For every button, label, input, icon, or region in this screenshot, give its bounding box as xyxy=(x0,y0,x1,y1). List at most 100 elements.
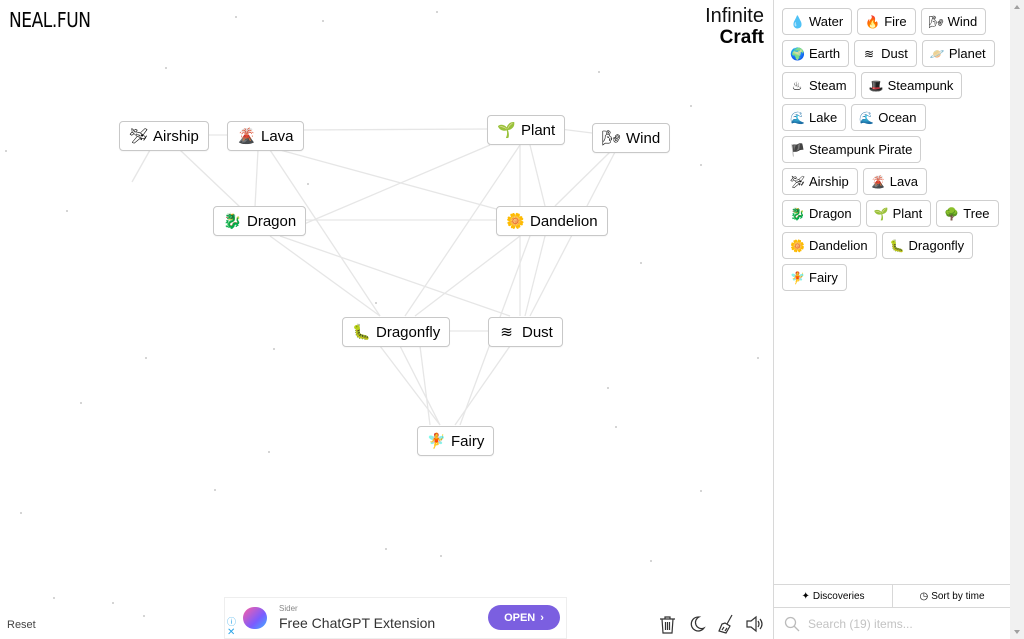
sidebar-item[interactable]: 🌼 Dandelion xyxy=(782,232,877,259)
flower-icon: 🌼 xyxy=(506,212,525,230)
tree-icon: 🌳 xyxy=(944,206,960,221)
sidebar-item-label: Fairy xyxy=(809,270,838,285)
waves-icon: ≋ xyxy=(864,46,875,61)
caterpillar-icon: 🐛 xyxy=(889,238,905,253)
sidebar-item-label: Dragon xyxy=(809,206,852,221)
speaker-icon[interactable] xyxy=(745,614,764,634)
canvas-node-fairy[interactable]: 🧚 Fairy xyxy=(417,426,495,456)
broom-icon[interactable] xyxy=(716,614,735,634)
volcano-icon: 🌋 xyxy=(237,127,256,145)
flower-icon: 🌼 xyxy=(790,238,805,253)
trash-icon[interactable] xyxy=(658,614,677,634)
canvas-node-plant[interactable]: 🌱 Plant xyxy=(487,115,566,145)
sidebar-item[interactable]: 🐉 Dragon xyxy=(782,200,861,227)
neal-fun-logo[interactable]: NEAL.FUN xyxy=(9,8,91,32)
sidebar-item-label: Dragonfly xyxy=(908,238,965,253)
droplet-icon: 💧 xyxy=(790,14,805,29)
canvas-node-airship[interactable]: 🛩 Airship xyxy=(119,121,209,151)
ad-banner[interactable]: ⓘ ✕ Sider Free ChatGPT Extension OPEN › xyxy=(224,597,567,639)
items-list: 💧 Water 🔥 Fire 🌬 Wind 🌍 Earth ≋ Dust 🪐 Planet ♨ Steam… xyxy=(782,8,1002,291)
wind-icon: 🌬 xyxy=(602,129,622,147)
node-label: Dust xyxy=(522,323,553,341)
clock-icon: ◷ xyxy=(919,590,929,602)
canvas-node-dragon[interactable]: 🐉 Dragon xyxy=(213,206,307,236)
airship-icon: 🛩 xyxy=(129,127,149,145)
sidebar-item-label: Steampunk Pirate xyxy=(809,142,913,157)
sort-label: Sort by time xyxy=(931,590,985,602)
discoveries-button[interactable]: ✦ Discoveries xyxy=(774,585,892,607)
sidebar-item[interactable]: 🔥 Fire xyxy=(857,8,916,35)
sidebar-item[interactable]: 🐛 Dragonfly xyxy=(881,232,974,259)
scroll-down-arrow[interactable] xyxy=(1014,630,1020,634)
globe-icon: 🌍 xyxy=(790,46,805,61)
dragon-icon: 🐉 xyxy=(790,206,805,221)
search-input[interactable] xyxy=(808,617,988,631)
sidebar-item[interactable]: ♨ Steam xyxy=(782,72,856,99)
logo-line-1: Infinite xyxy=(705,5,764,27)
dragon-icon: 🐉 xyxy=(223,212,242,230)
sidebar-item[interactable]: 🌊 Ocean xyxy=(851,104,926,131)
canvas-node-dandelion[interactable]: 🌼 Dandelion xyxy=(496,206,608,236)
node-label: Lava xyxy=(261,127,294,145)
volcano-icon: 🌋 xyxy=(870,174,886,189)
seedling-icon: 🌱 xyxy=(497,121,516,139)
sidebar-item-label: Steam xyxy=(809,78,847,93)
sidebar-item-label: Ocean xyxy=(878,110,917,125)
scrollbar[interactable] xyxy=(1010,0,1024,639)
airship-icon: 🛩 xyxy=(790,174,806,189)
ad-close-icon[interactable]: ✕ xyxy=(227,627,235,638)
sidebar-item[interactable]: 🌋 Lava xyxy=(862,168,927,195)
sidebar-item-label: Airship xyxy=(809,174,849,189)
sidebar-item-label: Dandelion xyxy=(809,238,868,253)
planet-icon: 🪐 xyxy=(929,46,945,61)
steam-icon: ♨ xyxy=(791,78,803,93)
sort-by-time-button[interactable]: ◷ Sort by time xyxy=(892,585,1011,607)
waves-icon: ≋ xyxy=(500,323,513,341)
sidebar-item[interactable]: ≋ Dust xyxy=(854,40,917,67)
sidebar-item[interactable]: 🏴 Steampunk Pirate xyxy=(782,136,922,163)
sidebar-item[interactable]: 🎩 Steampunk xyxy=(860,72,963,99)
fire-icon: 🔥 xyxy=(865,14,881,29)
node-label: Fairy xyxy=(451,432,485,450)
sidebar-item[interactable]: 🌊 Lake xyxy=(782,104,847,131)
reset-button[interactable]: Reset xyxy=(7,619,36,631)
brain-logo-icon xyxy=(243,607,267,629)
sidebar-item[interactable]: 💧 Water xyxy=(782,8,853,35)
canvas-node-dragonfly[interactable]: 🐛 Dragonfly xyxy=(342,317,451,347)
ad-sponsor: Sider xyxy=(279,604,298,613)
wind-icon: 🌬 xyxy=(928,14,944,29)
sidebar-item-label: Lava xyxy=(889,174,918,189)
sidebar-item[interactable]: 🪐 Planet xyxy=(921,40,995,67)
ad-headline[interactable]: Free ChatGPT Extension xyxy=(279,615,435,631)
canvas-node-dust[interactable]: ≋ Dust xyxy=(488,317,563,347)
sidebar-item-label: Water xyxy=(809,14,844,29)
caterpillar-icon: 🐛 xyxy=(352,323,371,341)
sidebar-item-label: Steampunk xyxy=(887,78,954,93)
sidebar-item[interactable]: 🌱 Plant xyxy=(865,200,932,227)
sidebar-item-label: Planet xyxy=(948,46,986,61)
sidebar-item-label: Tree xyxy=(963,206,990,221)
sort-bar: ✦ Discoveries ◷ Sort by time xyxy=(774,584,1011,608)
canvas-node-lava[interactable]: 🌋 Lava xyxy=(227,121,304,151)
sidebar-item[interactable]: 🌬 Wind xyxy=(920,8,987,35)
scroll-up-arrow[interactable] xyxy=(1014,5,1020,9)
items-sidebar: 💧 Water 🔥 Fire 🌬 Wind 🌍 Earth ≋ Dust 🪐 Planet ♨ Steam… xyxy=(773,0,1024,639)
sidebar-item-label: Dust xyxy=(881,46,908,61)
sidebar-item-label: Plant xyxy=(892,206,923,221)
crafting-canvas[interactable]: NEAL.FUN Infinite Craft 🛩 Airship 🌋 Lava… xyxy=(0,0,773,639)
search-icon xyxy=(784,616,800,632)
node-label: Dragon xyxy=(247,212,297,230)
sidebar-item[interactable]: 🌳 Tree xyxy=(936,200,999,227)
ad-open-button[interactable]: OPEN › xyxy=(488,605,560,630)
logo-line-2: Craft xyxy=(719,27,764,48)
top-hat-icon: 🎩 xyxy=(868,78,884,93)
sidebar-item[interactable]: 🌍 Earth xyxy=(782,40,850,67)
sparkles-icon: ✦ xyxy=(801,590,810,602)
flag-icon: 🏴 xyxy=(790,142,805,157)
moon-icon[interactable] xyxy=(687,614,706,634)
node-label: Dragonfly xyxy=(376,323,441,341)
canvas-node-wind[interactable]: 🌬 Wind xyxy=(592,123,671,153)
sidebar-item-label: Earth xyxy=(809,46,841,61)
sidebar-item[interactable]: 🛩 Airship xyxy=(782,168,858,195)
sidebar-item[interactable]: 🧚 Fairy xyxy=(782,264,847,291)
